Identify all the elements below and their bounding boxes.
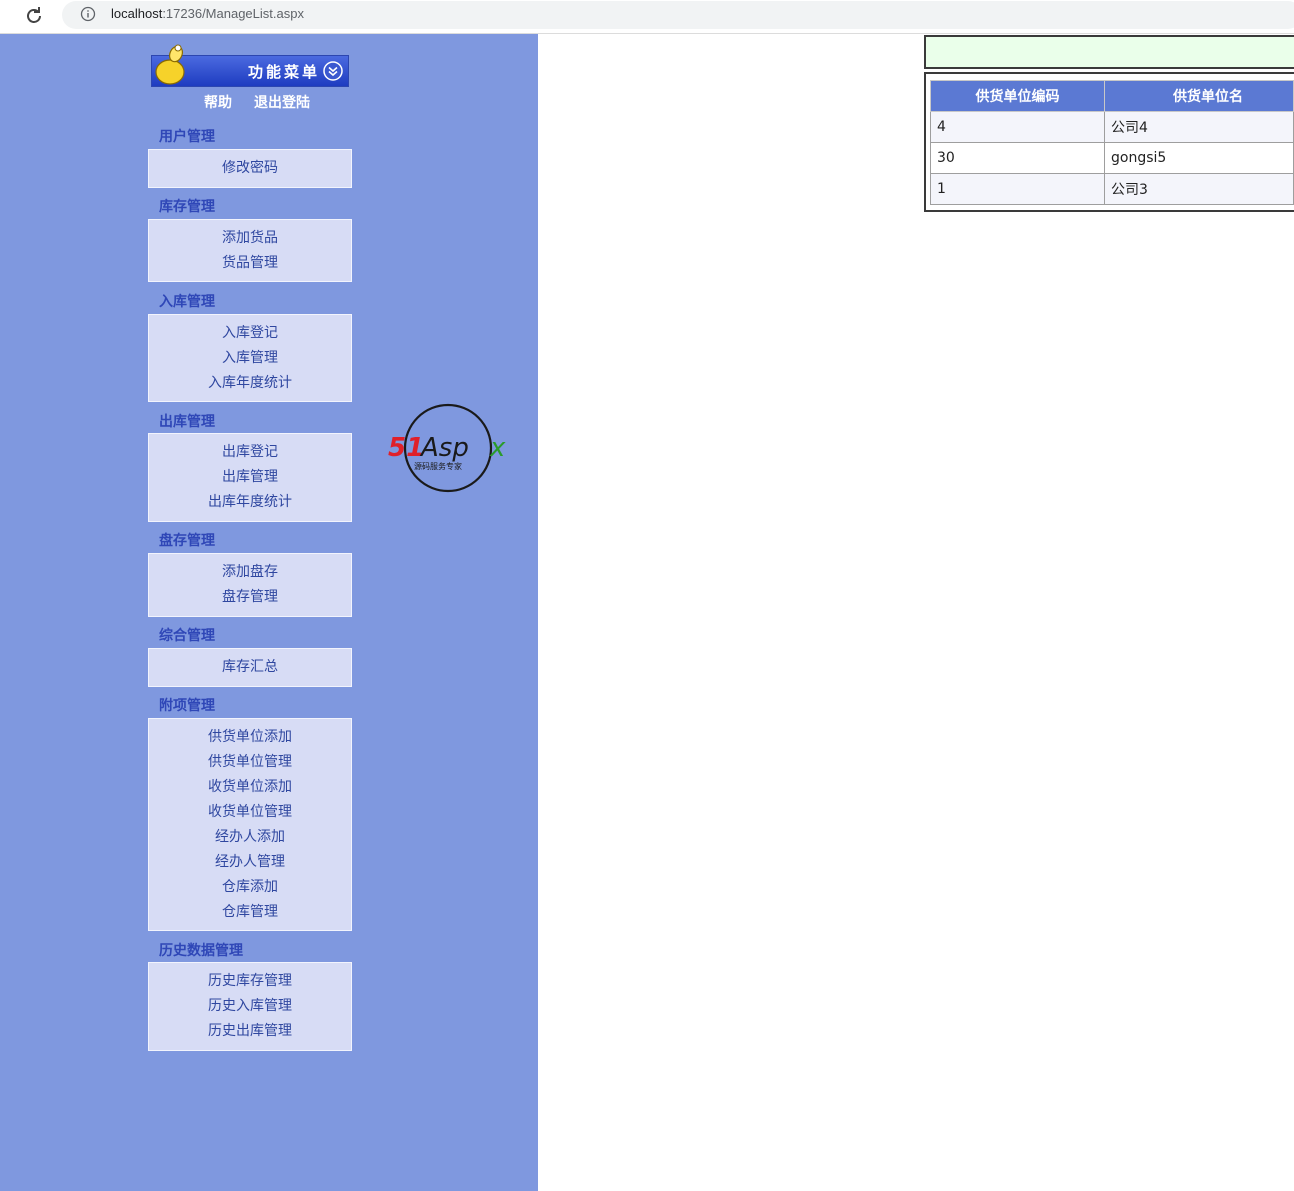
header-supplier-code[interactable]: 供货单位编码 [930, 80, 1105, 112]
menu-item-handler-manage[interactable]: 经办人管理 [149, 850, 351, 875]
group-box-inbound: 入库登记 入库管理 入库年度统计 [148, 314, 352, 402]
table-row[interactable]: 4 公司4 [930, 111, 1294, 143]
menu-item-stock-summary[interactable]: 库存汇总 [149, 655, 351, 680]
menu-item-receiver-add[interactable]: 收货单位添加 [149, 775, 351, 800]
menu-item-inbound-annual-stats[interactable]: 入库年度统计 [149, 371, 351, 396]
menu-item-goods-manage[interactable]: 货品管理 [149, 251, 351, 276]
supplier-table: 供货单位编码 供货单位名 4 公司4 30 gongsi5 1 公司3 [930, 80, 1294, 205]
group-title-outbound: 出库管理 [159, 414, 215, 430]
menu-item-warehouse-manage[interactable]: 仓库管理 [149, 900, 351, 925]
menu-item-history-stock[interactable]: 历史库存管理 [149, 969, 351, 994]
group-box-stocktake: 添加盘存 盘存管理 [148, 553, 352, 617]
group-box-inventory: 添加货品 货品管理 [148, 219, 352, 282]
menu-item-stocktake-manage[interactable]: 盘存管理 [149, 585, 351, 610]
group-title-overview: 综合管理 [159, 628, 215, 644]
help-link[interactable]: 帮助 [204, 95, 232, 111]
sidebar: 功能菜单 帮助 退出登陆 用户管理 修改密码 库存管理 添加货品 货品管理 入库管… [0, 34, 538, 1191]
header-supplier-name-text: 供货单位名 [1173, 89, 1243, 105]
group-box-auxiliary: 供货单位添加 供货单位管理 收货单位添加 收货单位管理 经办人添加 经办人管理 … [148, 718, 352, 931]
menu-item-handler-add[interactable]: 经办人添加 [149, 825, 351, 850]
group-title-inbound: 入库管理 [159, 294, 215, 310]
menu-item-outbound-manage[interactable]: 出库管理 [149, 465, 351, 490]
info-icon[interactable] [80, 6, 96, 22]
reload-icon[interactable] [22, 4, 46, 28]
watermark-logo: 51 Asp x 源码服务专家 [388, 403, 506, 493]
main-content: 供货单位编码 供货单位名 4 公司4 30 gongsi5 1 公司3 [538, 34, 1294, 1191]
browser-toolbar: localhost:17236/ManageList.aspx [0, 0, 1294, 34]
menu-item-supplier-manage[interactable]: 供货单位管理 [149, 750, 351, 775]
menu-item-add-goods[interactable]: 添加货品 [149, 226, 351, 251]
watermark-brand-green: x [489, 433, 506, 463]
menu-item-inbound-register[interactable]: 入库登记 [149, 321, 351, 346]
url-path: :17236/ManageList.aspx [162, 6, 304, 21]
cell-supplier-code: 1 [930, 173, 1105, 205]
cell-supplier-name: 公司3 [1104, 173, 1294, 205]
top-links: 帮助 退出登陆 [204, 92, 332, 112]
cell-supplier-name: gongsi5 [1104, 142, 1294, 174]
menu-item-receiver-manage[interactable]: 收货单位管理 [149, 800, 351, 825]
group-title-auxiliary: 附项管理 [159, 698, 215, 714]
toolbar-strip [924, 35, 1294, 69]
watermark-brand-dark: Asp [419, 433, 469, 463]
table-header-row: 供货单位编码 供货单位名 [930, 80, 1294, 112]
watermark-brand-red: 51 [388, 433, 424, 463]
menu-item-history-outbound[interactable]: 历史出库管理 [149, 1019, 351, 1044]
group-box-outbound: 出库登记 出库管理 出库年度统计 [148, 433, 352, 522]
menu-banner-title: 功能菜单 [248, 63, 321, 81]
url-host: localhost [111, 6, 163, 21]
group-box-overview: 库存汇总 [148, 648, 352, 687]
group-title-inventory: 库存管理 [159, 199, 215, 215]
cell-supplier-name: 公司4 [1104, 111, 1294, 143]
menu-item-supplier-add[interactable]: 供货单位添加 [149, 725, 351, 750]
header-supplier-name[interactable]: 供货单位名 [1104, 80, 1294, 112]
cell-supplier-code: 4 [930, 111, 1105, 143]
group-box-history: 历史库存管理 历史入库管理 历史出库管理 [148, 962, 352, 1051]
group-title-user: 用户管理 [159, 129, 215, 145]
menu-item-warehouse-add[interactable]: 仓库添加 [149, 875, 351, 900]
group-title-history: 历史数据管理 [159, 943, 243, 959]
menu-item-outbound-annual-stats[interactable]: 出库年度统计 [149, 490, 351, 515]
table-row[interactable]: 30 gongsi5 [930, 142, 1294, 174]
group-box-user: 修改密码 [148, 149, 352, 188]
menu-item-change-password[interactable]: 修改密码 [149, 156, 351, 181]
menu-item-outbound-register[interactable]: 出库登记 [149, 440, 351, 465]
menu-mascot-icon [155, 44, 185, 85]
watermark-tagline: 源码服务专家 [414, 461, 462, 471]
table-row[interactable]: 1 公司3 [930, 173, 1294, 205]
cell-supplier-code: 30 [930, 142, 1105, 174]
url-text[interactable]: localhost:17236/ManageList.aspx [111, 6, 304, 21]
menu-item-inbound-manage[interactable]: 入库管理 [149, 346, 351, 371]
menu-item-history-inbound[interactable]: 历史入库管理 [149, 994, 351, 1019]
menu-item-add-stocktake[interactable]: 添加盘存 [149, 560, 351, 585]
chevron-down-icon[interactable] [323, 61, 343, 81]
group-title-stocktake: 盘存管理 [159, 533, 215, 549]
logout-link[interactable]: 退出登陆 [254, 95, 310, 111]
